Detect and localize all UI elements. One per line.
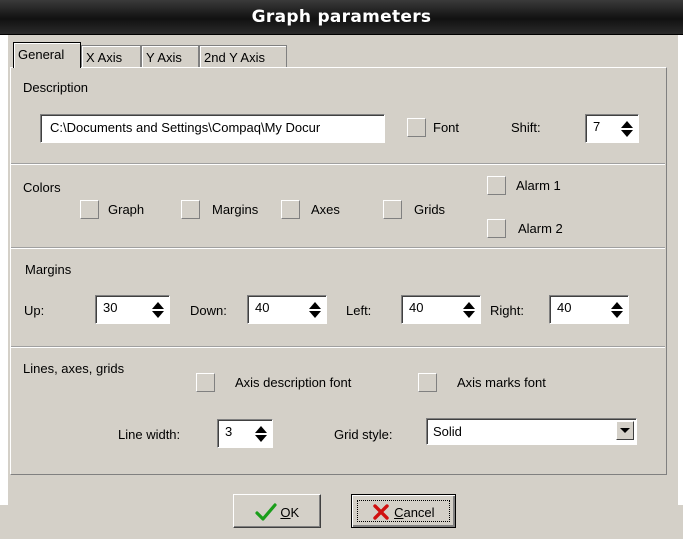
alarm2-color-swatch[interactable]: [487, 219, 506, 238]
alarm2-color-label: Alarm 2: [518, 221, 563, 236]
margin-right-spin-arrows-icon[interactable]: [610, 300, 624, 320]
axes-color-label: Axes: [311, 202, 340, 217]
margin-right-spinner[interactable]: 40: [549, 295, 629, 324]
axis-description-font-label: Axis description font: [235, 375, 352, 390]
margin-right-value: 40: [557, 300, 572, 315]
right-window-edge: [678, 35, 683, 505]
description-path-input[interactable]: C:\Documents and Settings\Compaq\My Docu…: [40, 114, 385, 143]
tab-x-axis-label: X Axis: [86, 50, 123, 65]
margin-right-label: Right:: [490, 303, 524, 318]
shift-label: Shift:: [511, 120, 541, 135]
margin-left-label: Left:: [346, 303, 372, 318]
margins-color-swatch[interactable]: [181, 200, 200, 219]
alarm1-color-swatch[interactable]: [487, 176, 506, 195]
description-heading: Description: [23, 80, 89, 95]
line-width-value: 3: [225, 424, 233, 439]
axis-marks-font-checkbox[interactable]: [418, 373, 437, 392]
checkmark-icon: [255, 503, 277, 521]
ok-button[interactable]: OK: [233, 494, 321, 528]
margin-up-spinner[interactable]: 30: [95, 295, 170, 324]
chevron-down-icon[interactable]: [616, 421, 634, 440]
margin-up-spin-arrows-icon[interactable]: [151, 300, 165, 320]
margin-left-spin-arrows-icon[interactable]: [462, 300, 476, 320]
ok-accelerator: O: [280, 505, 291, 520]
tab-2nd-y-axis[interactable]: 2nd Y Axis: [199, 45, 287, 67]
tab-y-axis[interactable]: Y Axis: [141, 45, 199, 67]
tab-y-axis-label: Y Axis: [146, 50, 182, 65]
margin-left-value: 40: [409, 300, 424, 315]
ok-label-rest: K: [290, 505, 300, 520]
margin-down-label: Down:: [190, 303, 227, 318]
separator: [11, 346, 665, 348]
description-path-value: C:\Documents and Settings\Compaq\My Docu…: [50, 120, 321, 135]
separator: [11, 247, 665, 249]
grid-style-value: Solid: [433, 424, 462, 439]
tab-2nd-y-axis-label: 2nd Y Axis: [204, 50, 265, 65]
cancel-label-rest: ancel: [403, 505, 435, 520]
cancel-x-icon: [373, 504, 390, 520]
tab-x-axis[interactable]: X Axis: [81, 45, 141, 67]
grids-color-label: Grids: [414, 202, 446, 217]
axis-marks-font-label: Axis marks font: [457, 375, 546, 390]
margins-heading: Margins: [25, 262, 72, 277]
margin-down-spin-arrows-icon[interactable]: [308, 300, 322, 320]
grids-color-swatch[interactable]: [383, 200, 402, 219]
title-bar[interactable]: Graph parameters: [0, 0, 683, 35]
grid-style-label: Grid style:: [334, 427, 393, 442]
left-window-edge: [0, 35, 8, 505]
alarm1-color-label: Alarm 1: [516, 178, 561, 193]
colors-heading: Colors: [23, 180, 61, 195]
shift-spinner[interactable]: 7: [585, 114, 639, 143]
margin-up-label: Up:: [24, 303, 45, 318]
grid-style-select[interactable]: Solid: [426, 418, 637, 445]
separator: [11, 163, 665, 165]
line-width-label: Line width:: [118, 427, 181, 442]
tab-general[interactable]: General: [13, 42, 81, 68]
window-title: Graph parameters: [251, 7, 432, 27]
font-checkbox[interactable]: [407, 118, 426, 137]
line-width-spinner[interactable]: 3: [217, 419, 273, 448]
line-width-spin-arrows-icon[interactable]: [254, 424, 268, 444]
graph-color-label: Graph: [108, 202, 145, 217]
margin-left-spinner[interactable]: 40: [401, 295, 481, 324]
font-label: Font: [433, 120, 460, 135]
shift-value: 7: [593, 119, 601, 134]
graph-parameters-dialog: Graph parameters General X Axis Y Axis 2…: [0, 0, 683, 539]
tab-general-label: General: [18, 47, 65, 62]
axis-description-font-checkbox[interactable]: [196, 373, 215, 392]
margin-down-value: 40: [255, 300, 270, 315]
lines-heading: Lines, axes, grids: [23, 361, 125, 376]
shift-spin-arrows-icon[interactable]: [620, 119, 634, 139]
axes-color-swatch[interactable]: [281, 200, 300, 219]
margins-color-label: Margins: [212, 202, 259, 217]
cancel-button[interactable]: Cancel: [351, 494, 456, 528]
graph-color-swatch[interactable]: [80, 200, 99, 219]
margin-down-spinner[interactable]: 40: [247, 295, 327, 324]
margin-up-value: 30: [103, 300, 118, 315]
